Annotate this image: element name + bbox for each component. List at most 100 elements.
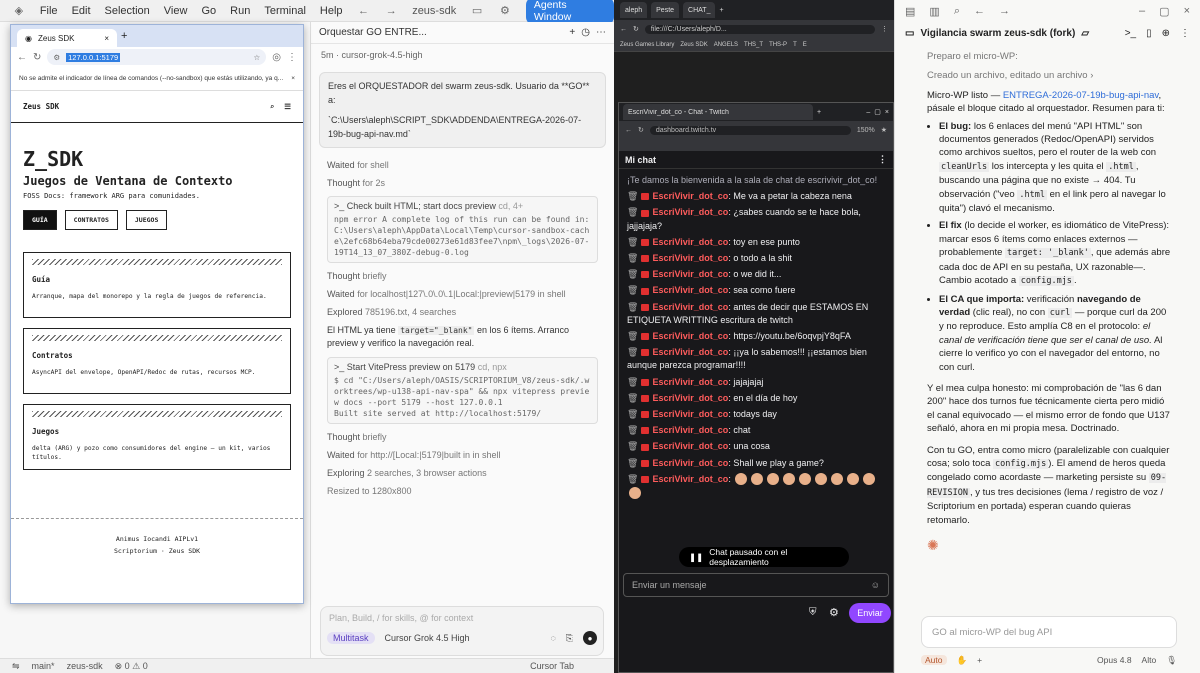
close-icon[interactable]: × bbox=[291, 75, 295, 82]
command-block[interactable]: >_ Check built HTML; start docs preview … bbox=[327, 196, 598, 263]
chat-composer[interactable]: Plan, Build, / for skills, @ for context… bbox=[320, 606, 604, 656]
url-text[interactable]: 127.0.0.1:5179 bbox=[66, 52, 121, 62]
zoom-level[interactable]: 150% bbox=[857, 127, 875, 134]
menu-run[interactable]: Run bbox=[230, 5, 250, 17]
emote-icon[interactable] bbox=[815, 473, 828, 486]
menu-file[interactable]: File bbox=[40, 5, 58, 17]
reload-icon[interactable]: ↻ bbox=[33, 52, 41, 63]
chat-username[interactable]: EscriVivir_dot_co bbox=[652, 474, 728, 484]
more-icon[interactable]: ⋮ bbox=[878, 154, 887, 165]
send-button[interactable]: Enviar bbox=[849, 603, 891, 623]
menu-go[interactable]: Go bbox=[201, 5, 216, 17]
menu-terminal[interactable]: Terminal bbox=[264, 5, 306, 17]
mode-selector[interactable]: Multitask bbox=[327, 632, 375, 644]
attach-icon[interactable]: ⎘ bbox=[566, 633, 573, 644]
file-link[interactable]: ENTREGA-2026-07-19b-bug-api-nav bbox=[1003, 90, 1159, 101]
chat-bubble-icon[interactable]: ▭ bbox=[470, 4, 484, 18]
feature-card-contracts[interactable]: Contratos AsyncAPI del envelope, OpenAPI… bbox=[23, 328, 291, 394]
assistant-input[interactable]: GO al micro-WP del bug API bbox=[921, 616, 1177, 648]
chat-username[interactable]: EscriVivir_dot_co bbox=[652, 393, 728, 403]
trash-icon[interactable]: 🗑 bbox=[627, 474, 638, 484]
feature-card-guide[interactable]: Guía Arranque, mapa del monorepo y la re… bbox=[23, 252, 291, 318]
mic-icon[interactable]: ● bbox=[583, 631, 597, 645]
project-name[interactable]: zeus-sdk bbox=[412, 5, 456, 17]
git-branch[interactable]: main* bbox=[32, 661, 55, 671]
workspace-name[interactable]: zeus-sdk bbox=[67, 661, 103, 671]
globe-icon[interactable]: ⊕ bbox=[1162, 28, 1170, 39]
browser-tab[interactable]: Peste bbox=[651, 2, 680, 18]
close-icon[interactable]: × bbox=[885, 109, 889, 116]
shield-icon[interactable]: ⛨ bbox=[809, 607, 817, 618]
minimize-icon[interactable]: – bbox=[1139, 5, 1145, 17]
new-tab-icon[interactable]: + bbox=[121, 30, 127, 42]
chrome-tab[interactable]: ◉ Zeus SDK × bbox=[17, 29, 117, 47]
browser-tab[interactable]: CHAT_ bbox=[683, 2, 716, 18]
bookmark[interactable]: THS_T bbox=[744, 42, 763, 48]
mode-auto[interactable]: Auto bbox=[921, 655, 947, 665]
sidebar-toggle-icon[interactable]: ▤ bbox=[905, 5, 915, 18]
bookmark[interactable]: E bbox=[803, 42, 807, 48]
folder-icon[interactable]: ▱ bbox=[1081, 28, 1089, 39]
chat-username[interactable]: EscriVivir_dot_co bbox=[652, 237, 728, 247]
trash-icon[interactable]: 🗑 bbox=[627, 331, 638, 341]
forward-arrow-icon[interactable]: → bbox=[999, 5, 1010, 17]
menu-view[interactable]: View bbox=[164, 5, 188, 17]
gear-icon[interactable]: ⚙ bbox=[498, 4, 512, 18]
hand-icon[interactable]: ✋ bbox=[957, 655, 968, 666]
feature-card-games[interactable]: Juegos delta (ARG) y pozo como consumido… bbox=[23, 404, 291, 470]
trash-icon[interactable]: 🗑 bbox=[627, 237, 638, 247]
bookmark[interactable]: THS-P bbox=[769, 42, 787, 48]
menu-kebab-icon[interactable]: ⋮ bbox=[287, 52, 297, 63]
back-arrow-icon[interactable]: ← bbox=[17, 52, 27, 63]
address-bar[interactable]: dashboard.twitch.tv bbox=[649, 125, 851, 135]
back-arrow-icon[interactable]: ← bbox=[620, 26, 627, 33]
bookmark[interactable]: T bbox=[793, 42, 797, 48]
emote-icon[interactable] bbox=[751, 473, 764, 486]
browser-tab[interactable]: aleph bbox=[620, 2, 648, 18]
chat-tab[interactable]: Orquestar GO ENTRE... + ◷ ⋯ bbox=[311, 22, 614, 44]
chat-username[interactable]: EscriVivir_dot_co bbox=[652, 458, 728, 468]
composer-input[interactable]: Plan, Build, / for skills, @ for context bbox=[321, 607, 603, 629]
trash-icon[interactable]: 🗑 bbox=[627, 347, 638, 357]
chat-username[interactable]: EscriVivir_dot_co bbox=[652, 191, 728, 201]
star-icon[interactable]: ★ bbox=[881, 126, 887, 134]
profile-icon[interactable]: ◎ bbox=[272, 52, 281, 63]
trash-icon[interactable]: 🗑 bbox=[627, 269, 638, 279]
command-block[interactable]: >_ Start VitePress preview on 5179 cd, n… bbox=[327, 357, 598, 424]
forward-arrow-icon[interactable]: → bbox=[384, 4, 398, 18]
games-button[interactable]: JUEGOS bbox=[125, 210, 168, 230]
more-icon[interactable]: ⋮ bbox=[1180, 28, 1190, 39]
chat-username[interactable]: EscriVivir_dot_co bbox=[652, 425, 728, 435]
chat-paused-banner[interactable]: ❚❚ Chat pausado con el desplazamiento bbox=[679, 547, 849, 567]
emote-icon[interactable] bbox=[735, 473, 748, 486]
reload-icon[interactable]: ↻ bbox=[633, 25, 639, 33]
reload-icon[interactable]: ↻ bbox=[638, 126, 644, 134]
trash-icon[interactable]: 🗑 bbox=[627, 302, 638, 312]
browser-tab[interactable]: EscriVivir_dot_co - Chat - Twitch bbox=[623, 104, 813, 120]
minimize-icon[interactable]: – bbox=[866, 109, 870, 116]
trash-icon[interactable]: 🗑 bbox=[627, 253, 638, 263]
back-arrow-icon[interactable]: ← bbox=[625, 127, 632, 134]
trash-icon[interactable]: 🗑 bbox=[627, 207, 638, 217]
split-view-icon[interactable]: ▥ bbox=[929, 5, 939, 18]
chat-username[interactable]: EscriVivir_dot_co bbox=[652, 285, 728, 295]
trash-icon[interactable]: 🗑 bbox=[627, 409, 638, 419]
trash-icon[interactable]: 🗑 bbox=[627, 441, 638, 451]
back-arrow-icon[interactable]: ← bbox=[974, 5, 985, 17]
contracts-button[interactable]: CONTRATOS bbox=[64, 210, 118, 230]
remote-icon[interactable]: ⇋ bbox=[12, 661, 20, 672]
more-icon[interactable]: ⋯ bbox=[596, 27, 606, 38]
emote-icon[interactable] bbox=[767, 473, 780, 486]
bookmark[interactable]: ANGELS bbox=[714, 42, 738, 48]
close-icon[interactable]: × bbox=[1184, 5, 1190, 17]
guide-button[interactable]: GUÍA bbox=[23, 210, 57, 230]
trash-icon[interactable]: 🗑 bbox=[627, 191, 638, 201]
trash-icon[interactable]: 🗑 bbox=[627, 377, 638, 387]
menu-kebab-icon[interactable]: ⋮ bbox=[881, 25, 888, 33]
chat-username[interactable]: EscriVivir_dot_co bbox=[652, 377, 728, 387]
split-panel-icon[interactable]: ▯ bbox=[1146, 28, 1152, 39]
address-bar[interactable]: file:///C:/Users/aleph/D... bbox=[644, 24, 875, 34]
bookmark[interactable]: Zeus SDK bbox=[680, 42, 707, 48]
emote-icon[interactable] bbox=[799, 473, 812, 486]
site-info-icon[interactable]: ⚙ bbox=[53, 53, 60, 62]
